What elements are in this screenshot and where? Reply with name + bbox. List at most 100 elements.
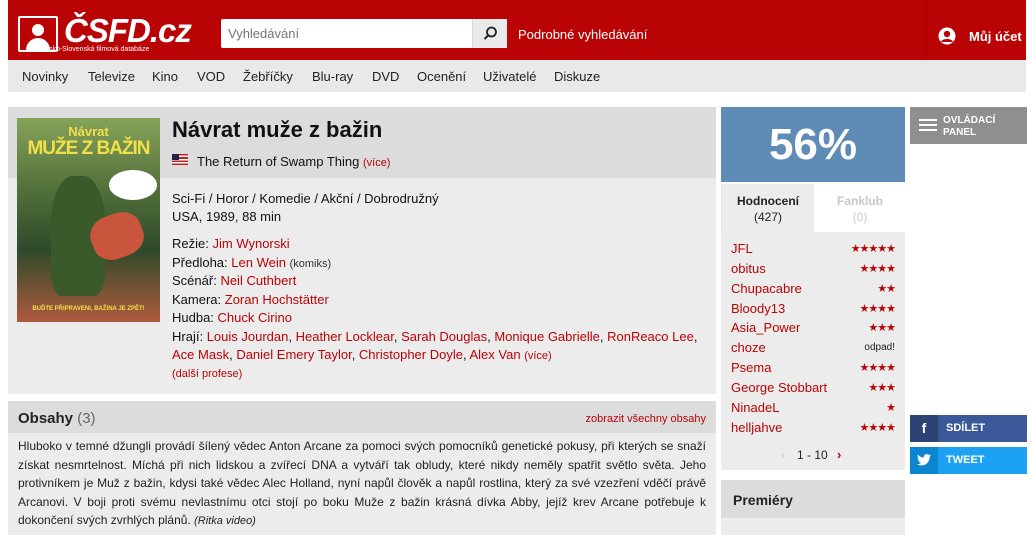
rating-user-link[interactable]: George Stobbart: [731, 380, 827, 395]
creator-label: Hrají:: [172, 329, 204, 344]
pager-prev-button[interactable]: ‹: [781, 447, 785, 462]
plot-title-text: Obsahy: [18, 410, 74, 427]
rating-stars: ★★★★: [859, 362, 896, 374]
actor-link[interactable]: Alex Van: [469, 347, 520, 362]
pager-next-button[interactable]: ›: [837, 447, 841, 462]
nav-item-zebricky[interactable]: Žebříčky: [243, 69, 293, 84]
rating-user-link[interactable]: helljahve: [731, 420, 782, 435]
original-title-text: The Return of Swamp Thing: [197, 154, 360, 169]
person-link[interactable]: Neil Cuthbert: [220, 273, 296, 288]
rating-user-link[interactable]: choze: [731, 340, 766, 355]
nav-item-uzivatele[interactable]: Uživatelé: [483, 69, 536, 84]
nav-item-oceneni[interactable]: Ocenění: [417, 69, 466, 84]
rating-stars: ★★★★★: [850, 243, 896, 255]
nav-item-televize[interactable]: Televize: [88, 69, 135, 84]
tab-fanclub-count: (0): [852, 210, 868, 224]
rating-box: 56%: [721, 107, 905, 182]
creator-music: Hudba: Chuck Cirino: [172, 310, 292, 325]
tab-ratings[interactable]: Hodnocení (427): [722, 184, 814, 232]
actor-link[interactable]: Monique Gabrielle: [494, 329, 600, 344]
creator-label: Hudba:: [172, 310, 214, 325]
actor-link[interactable]: Christopher Doyle: [359, 347, 463, 362]
rating-row: George Stobbart ★★★: [731, 378, 896, 398]
rating-user-link[interactable]: JFL: [731, 241, 753, 256]
person-link[interactable]: Chuck Cirino: [218, 310, 292, 325]
rating-user-link[interactable]: NinadeL: [731, 400, 779, 415]
film-title: Návrat muže z bažin: [172, 117, 383, 142]
rating-stars: ★★★★: [859, 303, 896, 315]
csfd-logo[interactable]: ČSFD.cz Česko-Slovenská filmová databáze: [18, 12, 192, 56]
creator-note: (komiks): [289, 258, 332, 270]
more-professions-link[interactable]: (další profese): [172, 368, 242, 380]
rating-row: NinadeL ★: [731, 398, 896, 418]
poster-title-line1: Návrat: [68, 124, 109, 139]
nav-item-vod[interactable]: VOD: [197, 69, 225, 84]
rating-user-link[interactable]: Psema: [731, 360, 771, 375]
actor-link[interactable]: Ace Mask: [172, 347, 229, 362]
rating-row: Bloody13 ★★★★: [731, 299, 896, 319]
facebook-share-label: SDÍLET: [946, 422, 986, 434]
show-all-plots-link[interactable]: zobrazit všechny obsahy: [586, 413, 706, 425]
twitter-icon: [910, 447, 938, 474]
plot-text: Hluboko v temné džungli provádí šílený v…: [18, 437, 706, 531]
original-title: The Return of Swamp Thing (více): [197, 154, 390, 169]
tab-fanclub-label: Fanklub: [836, 194, 883, 208]
rating-waste: odpad!: [864, 342, 895, 353]
main-nav: Novinky Televize Kino VOD Žebříčky Blu-r…: [8, 60, 1026, 92]
person-link[interactable]: Zoran Hochstätter: [225, 292, 329, 307]
search-input[interactable]: [221, 19, 471, 48]
actor-link[interactable]: Heather Locklear: [296, 329, 394, 344]
pager-range: 1 - 10: [797, 448, 828, 462]
creator-source: Předloha: Len Wein (komiks): [172, 255, 331, 270]
rating-user-link[interactable]: Chupacabre: [731, 281, 802, 296]
advanced-search-link[interactable]: Podrobné vyhledávání: [518, 27, 647, 42]
premiery-box: Premiéry: [721, 480, 905, 535]
film-origin: USA, 1989, 88 min: [172, 209, 282, 224]
actor-link[interactable]: Sarah Douglas: [401, 329, 487, 344]
actor-link[interactable]: Daniel Emery Taylor: [236, 347, 351, 362]
rating-user-link[interactable]: Asia_Power: [731, 320, 800, 335]
rating-stars: ★★★★: [859, 263, 896, 275]
facebook-share-button[interactable]: f SDÍLET: [910, 415, 1027, 442]
creator-cast-line2: Ace Mask, Daniel Emery Taylor, Christoph…: [172, 347, 552, 362]
person-link[interactable]: Jim Wynorski: [212, 236, 289, 251]
creator-camera: Kamera: Zoran Hochstätter: [172, 292, 329, 307]
rating-user-link[interactable]: Bloody13: [731, 301, 785, 316]
search-button[interactable]: [472, 19, 507, 48]
cast-more-link[interactable]: (více): [524, 350, 552, 362]
us-flag-icon: [172, 154, 188, 165]
rating-row: helljahve ★★★★: [731, 418, 896, 438]
creator-label: Režie:: [172, 236, 209, 251]
creator-label: Scénář:: [172, 273, 217, 288]
poster-tagline: BUĎTE PŘIPRAVENI, BAŽINA JE ZPĚT!: [32, 306, 145, 312]
film-genres: Sci-Fi / Horor / Komedie / Akční / Dobro…: [172, 191, 439, 206]
search-icon: [483, 26, 497, 40]
control-panel-button[interactable]: OVLÁDACÍ PANEL: [910, 107, 1027, 144]
rating-row: Chupacabre ★★: [731, 279, 896, 299]
film-poster[interactable]: Návrat MUŽE Z BAŽIN BUĎTE PŘIPRAVENI, BA…: [17, 118, 160, 322]
tab-ratings-label: Hodnocení: [737, 194, 799, 208]
plot-count: (3): [77, 410, 96, 427]
nav-item-novinky[interactable]: Novinky: [22, 69, 68, 84]
nav-item-bluray[interactable]: Blu-ray: [312, 69, 353, 84]
film-info-box: Návrat MUŽE Z BAŽIN BUĎTE PŘIPRAVENI, BA…: [8, 107, 716, 394]
rating-value: 56%: [768, 120, 858, 169]
nav-item-dvd[interactable]: DVD: [372, 69, 399, 84]
person-link[interactable]: Len Wein: [231, 255, 286, 270]
creator-director: Režie: Jim Wynorski: [172, 236, 290, 251]
nav-item-kino[interactable]: Kino: [152, 69, 178, 84]
tab-fanclub[interactable]: Fanklub (0): [814, 184, 906, 232]
rating-stars: ★★★: [868, 322, 896, 334]
actor-link[interactable]: RonReaco Lee: [607, 329, 694, 344]
user-ratings-list: JFL ★★★★★ obitus ★★★★ Chupacabre ★★ Bloo…: [721, 232, 905, 470]
my-account-button[interactable]: Můj účet: [926, 0, 1026, 60]
rating-user-link[interactable]: obitus: [731, 261, 766, 276]
tab-ratings-count: (427): [753, 210, 782, 224]
actor-link[interactable]: Louis Jourdan: [207, 329, 289, 344]
rating-row: JFL ★★★★★: [731, 239, 896, 259]
nav-item-diskuze[interactable]: Diskuze: [554, 69, 600, 84]
twitter-share-button[interactable]: TWEET: [910, 447, 1027, 474]
poster-title-line2: MUŽE Z BAŽIN: [27, 138, 150, 159]
original-title-more-link[interactable]: (více): [363, 157, 391, 169]
my-account-label: Můj účet: [969, 29, 1022, 44]
